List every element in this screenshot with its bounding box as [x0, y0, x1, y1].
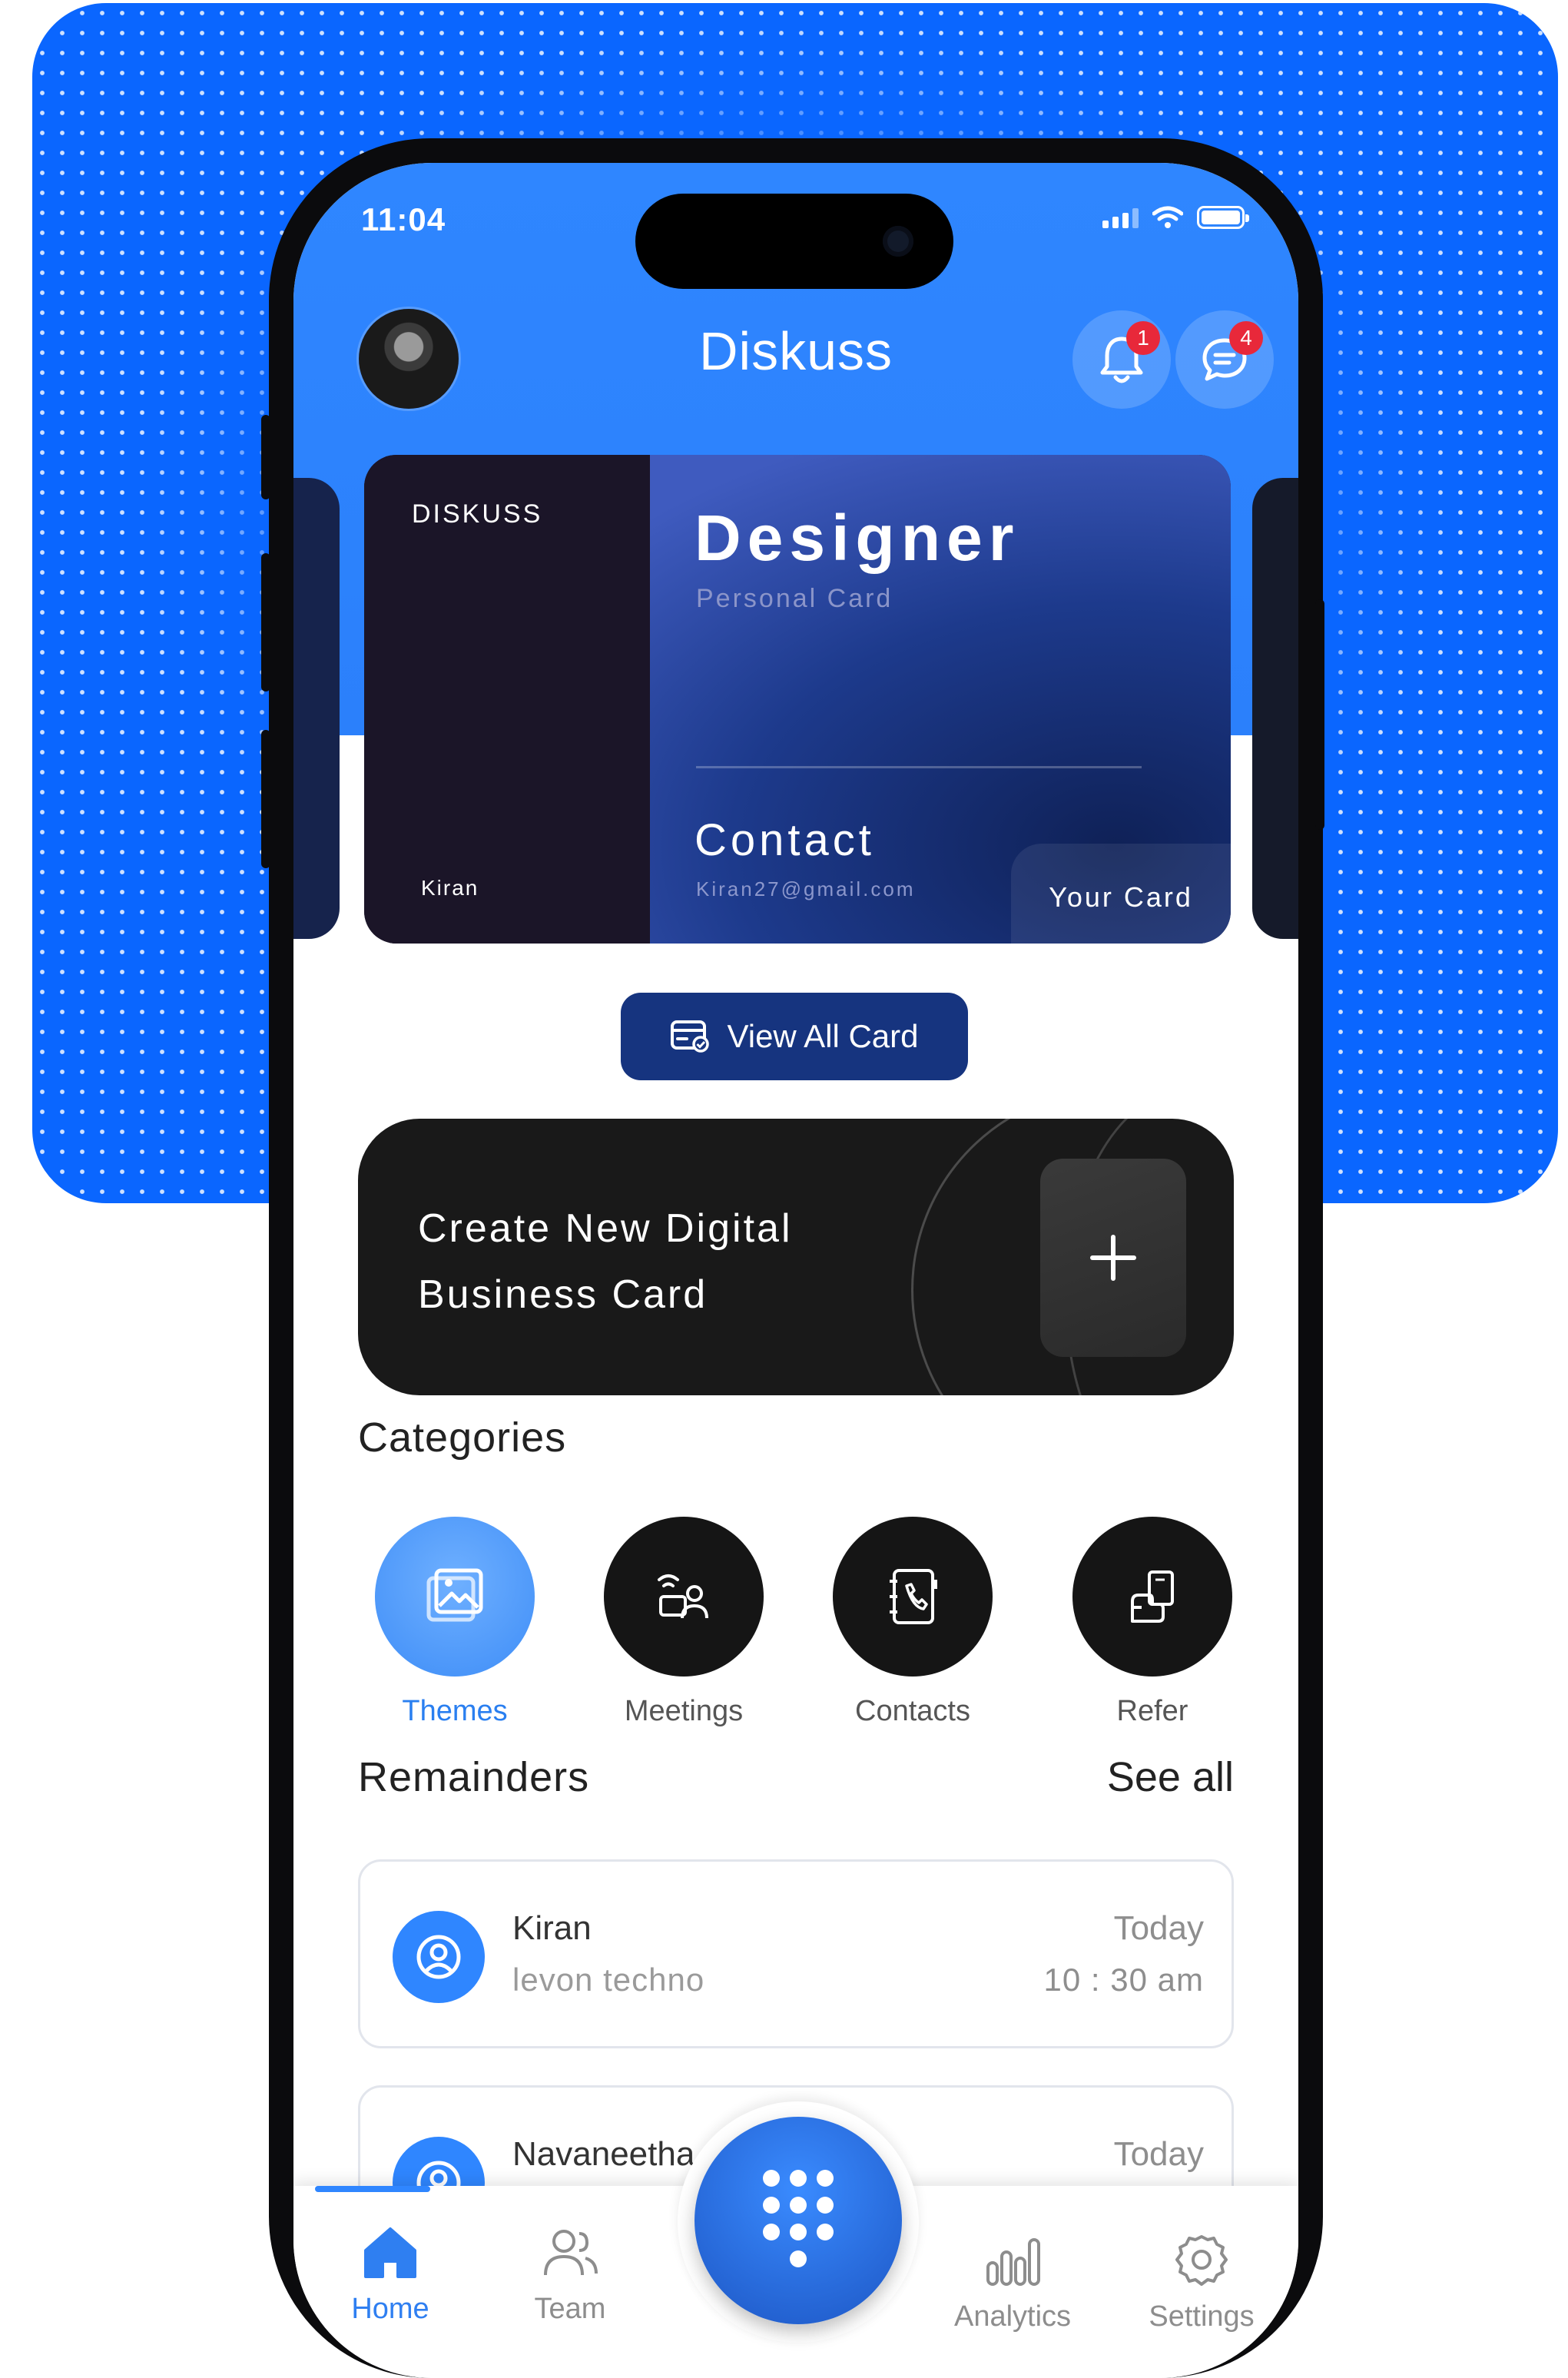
dialpad-button[interactable]: [694, 2117, 902, 2324]
tab-analytics[interactable]: Analytics: [936, 2232, 1089, 2333]
card-role: Designer: [694, 502, 1020, 574]
card-divider: [696, 766, 1142, 768]
tab-settings[interactable]: Settings: [1125, 2232, 1278, 2333]
messages-button[interactable]: 4: [1175, 310, 1274, 409]
category-themes[interactable]: Themes: [375, 1517, 535, 1728]
plus-icon: [1090, 1235, 1136, 1281]
meeting-icon: [658, 1574, 708, 1619]
category-themes-circle: [375, 1517, 535, 1677]
phone-power-button: [1315, 599, 1324, 830]
category-label: Themes: [402, 1695, 508, 1727]
reminder-card[interactable]: Kiran levon techno Today 10 : 30 am: [358, 1859, 1234, 2048]
image-gallery-icon: [426, 1568, 483, 1622]
card-role-subtitle: Personal Card: [696, 584, 893, 613]
category-contacts-circle: [833, 1517, 993, 1677]
wifi-icon: [1152, 206, 1183, 228]
reminder-org: levon techno: [512, 1962, 705, 1998]
refer-icon: [1131, 1570, 1174, 1623]
phone-side-button: [261, 415, 270, 499]
camera-icon: [883, 226, 913, 257]
card-contact-label: Contact: [694, 815, 875, 865]
home-icon: [364, 2227, 416, 2278]
tab-settings-label: Settings: [1149, 2300, 1255, 2333]
category-meetings[interactable]: Meetings: [604, 1517, 764, 1728]
status-time: 11:04: [361, 201, 446, 237]
bottom-tab-bar: Home Team Analytics Settings: [293, 2101, 1298, 2378]
reminder-day: Today: [1113, 2135, 1204, 2173]
create-card-line1: Create New Digital: [418, 1206, 793, 1251]
notifications-button[interactable]: 1: [1072, 310, 1171, 409]
category-label: Meetings: [624, 1695, 744, 1727]
category-label: Contacts: [855, 1695, 970, 1727]
categories-title: Categories: [358, 1415, 567, 1461]
category-label: Refer: [1116, 1695, 1188, 1727]
create-card-text: Create New Digital Business Card: [418, 1196, 793, 1328]
tab-analytics-label: Analytics: [953, 2300, 1072, 2333]
signal-icon: [1102, 207, 1139, 228]
tab-home[interactable]: Home: [313, 2224, 467, 2326]
reminder-name: Navaneetha: [512, 2135, 695, 2173]
tab-team-label: Team: [534, 2293, 606, 2325]
see-all-link[interactable]: See all: [1107, 1753, 1234, 1801]
category-refer[interactable]: Refer: [1072, 1517, 1232, 1728]
message-badge: 4: [1229, 321, 1263, 355]
user-circle-icon: [393, 1911, 485, 2003]
reminder-name: Kiran: [512, 1909, 592, 1947]
battery-icon: [1197, 206, 1249, 229]
create-card-banner[interactable]: Create New Digital Business Card: [358, 1119, 1234, 1395]
notification-badge: 1: [1126, 321, 1160, 355]
card-email: Kiran27@gmail.com: [696, 877, 916, 900]
view-all-card-button[interactable]: View All Card: [621, 993, 968, 1080]
team-icon: [544, 2230, 598, 2276]
active-tab-indicator: [315, 2186, 430, 2192]
create-card-plus-button[interactable]: [1040, 1159, 1186, 1357]
phone-volume-up: [261, 553, 270, 692]
category-contacts[interactable]: Contacts: [833, 1517, 993, 1728]
dynamic-island: [635, 194, 953, 289]
phone-volume-down: [261, 730, 270, 868]
reminder-day: Today: [1113, 1909, 1204, 1947]
next-card-peek[interactable]: [1252, 478, 1298, 939]
reminder-time: 10 : 30 am: [1043, 1962, 1204, 1998]
dialpad-icon: [763, 2170, 834, 2267]
create-card-line2: Business Card: [418, 1272, 708, 1317]
status-icons: [1102, 206, 1249, 229]
analytics-icon: [986, 2238, 1040, 2286]
your-card-tag[interactable]: Your Card: [1011, 844, 1231, 944]
reminders-title: Remainders: [358, 1754, 590, 1800]
category-meetings-circle: [604, 1517, 764, 1677]
view-all-card-label: View All Card: [727, 1018, 919, 1054]
business-card[interactable]: DISKUSS Kiran Designer Personal Card Con…: [364, 455, 1231, 944]
category-refer-circle: [1072, 1517, 1232, 1677]
previous-card-peek[interactable]: [293, 478, 340, 939]
card-check-icon: [671, 1020, 710, 1053]
phone-screen: 11:04 Diskuss 1 4 DISKUSS Kiran Designer…: [293, 163, 1298, 2378]
card-brand: DISKUSS: [412, 499, 543, 529]
contact-book-icon: [890, 1569, 937, 1624]
card-owner: Kiran: [421, 876, 479, 900]
tab-home-label: Home: [351, 2293, 429, 2325]
settings-icon: [1175, 2235, 1228, 2286]
tab-team[interactable]: Team: [493, 2224, 647, 2326]
